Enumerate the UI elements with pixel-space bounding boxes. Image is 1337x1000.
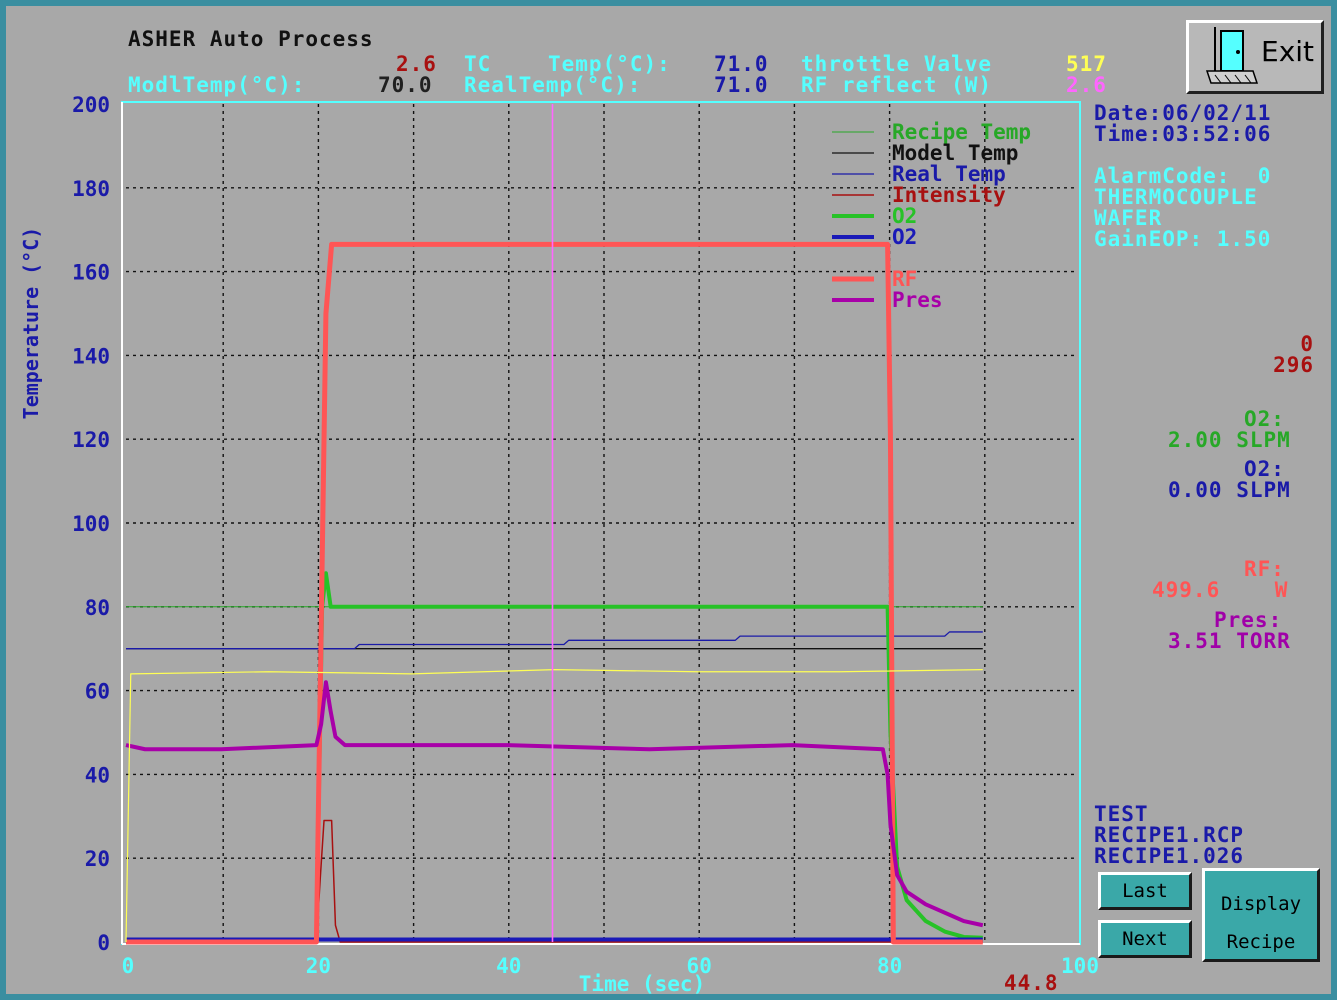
y-tick-label: 0 xyxy=(97,931,110,955)
y-tick-label: 100 xyxy=(72,512,110,536)
y-axis-label: Temperature (°C) xyxy=(19,227,43,420)
y-tick-label: 180 xyxy=(72,177,110,201)
series-pres-7 xyxy=(125,680,984,928)
series-rf-6 xyxy=(126,241,983,945)
o2-blue-label: O2: xyxy=(1244,457,1285,481)
series-unnamed-8 xyxy=(125,669,983,943)
series-real-temp-2 xyxy=(126,631,983,650)
rf-label: RF: xyxy=(1244,557,1285,581)
pres-value: 3.51 TORR xyxy=(1168,629,1291,653)
series-intensity-3 xyxy=(126,819,983,943)
display-recipe-button[interactable]: Display Recipe xyxy=(1202,868,1320,962)
thermocouple-label: THERMOCOUPLE xyxy=(1094,185,1258,209)
x-axis-label: Time (sec) xyxy=(579,972,705,996)
x-tick-label: 0 xyxy=(122,954,135,978)
y-tick-label: 60 xyxy=(85,680,110,704)
legend-label: O2 xyxy=(892,225,917,249)
x-tick-label: 40 xyxy=(496,954,521,978)
x-tick-label: 100 xyxy=(1061,954,1099,978)
intensity-readout: 0 xyxy=(1300,332,1314,356)
y-tick-label: 40 xyxy=(85,763,110,787)
recipe-file: RECIPE1.RCP xyxy=(1094,823,1245,847)
cursor-time-readout: 44.8 xyxy=(1004,971,1059,995)
last-button[interactable]: Last xyxy=(1098,872,1192,910)
time-readout: Time:03:52:06 xyxy=(1094,122,1272,146)
next-button[interactable]: Next xyxy=(1098,920,1192,958)
legend-label: Pres xyxy=(892,288,943,312)
asher-screen: ASHER Auto Process 2.6 TC Temp(°C): 71.0… xyxy=(0,0,1337,1000)
o2-green-value: 2.00 SLPM xyxy=(1168,428,1291,452)
gain-eop: GainEOP: 1.50 xyxy=(1094,227,1272,251)
date-readout: Date:06/02/11 xyxy=(1094,101,1272,125)
recipe-label: Recipe xyxy=(1226,931,1296,953)
y-tick-label: 200 xyxy=(72,93,110,117)
o2-blue-value: 0.00 SLPM xyxy=(1168,478,1291,502)
o2-green-label: O2: xyxy=(1244,407,1285,431)
recipe-log: RECIPE1.026 xyxy=(1094,844,1245,868)
pres-label: Pres: xyxy=(1214,608,1283,632)
x-tick-label: 20 xyxy=(306,954,331,978)
y-tick-label: 140 xyxy=(72,344,110,368)
test-label: TEST xyxy=(1094,802,1149,826)
display-label: Display xyxy=(1220,893,1302,915)
series-o2-4 xyxy=(126,571,983,944)
rf-value: 499.6 W xyxy=(1152,578,1289,602)
plot-frame xyxy=(121,101,1081,945)
intensity-readout-2: 296 xyxy=(1273,353,1314,377)
y-tick-label: 80 xyxy=(85,596,110,620)
y-tick-label: 160 xyxy=(72,261,110,285)
x-tick-label: 80 xyxy=(877,954,902,978)
wafer-label: WAFER xyxy=(1094,206,1163,230)
alarm-code: AlarmCode: 0 xyxy=(1094,164,1272,188)
y-tick-label: 120 xyxy=(72,428,110,452)
y-tick-label: 20 xyxy=(85,847,110,871)
